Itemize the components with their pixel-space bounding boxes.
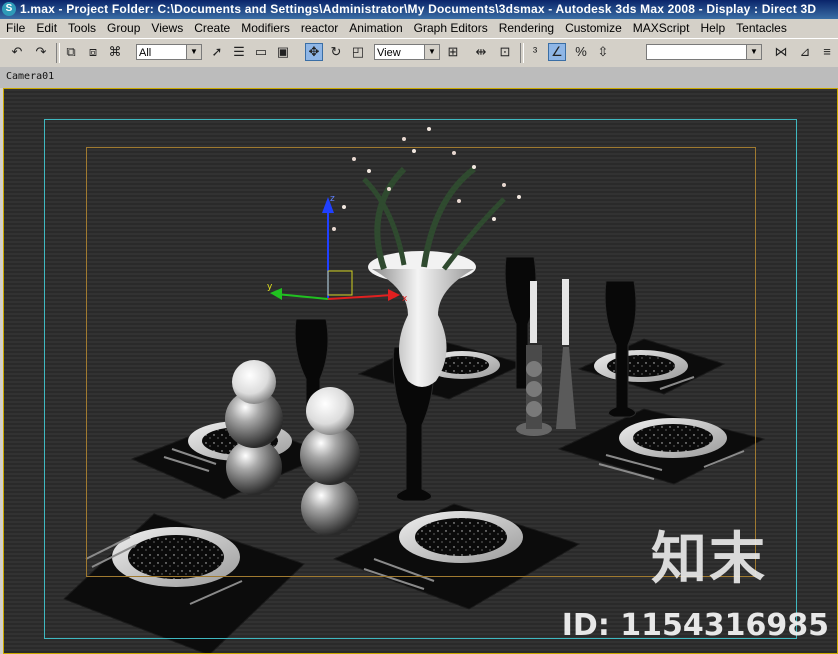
menu-help[interactable]: Help — [694, 19, 730, 37]
percent-snap-icon[interactable]: % — [572, 43, 590, 61]
menu-group[interactable]: Group — [101, 19, 145, 37]
menu-create[interactable]: Create — [188, 19, 235, 37]
select-and-link-icon[interactable]: ⧉ — [62, 43, 80, 61]
window-crossing-icon[interactable]: ▣ — [274, 43, 292, 61]
spinner-snap-icon[interactable]: ⇳ — [594, 43, 612, 61]
select-and-scale-icon[interactable]: ◰ — [349, 43, 367, 61]
menu-reactor[interactable]: reactor — [295, 19, 343, 37]
named-selection-sets-dropdown[interactable]: ▼ — [646, 44, 762, 60]
action-safe-frame-outline — [86, 147, 756, 577]
watermark-id: ID: 1154316985 — [561, 608, 829, 643]
bind-to-space-warp-icon[interactable]: ⌘ — [106, 43, 124, 61]
menu-maxscript[interactable]: MAXScript — [627, 19, 695, 37]
camera-viewport[interactable]: y x z 知末 ID: 1154316985 — [3, 88, 838, 654]
keyboard-shortcut-override-icon[interactable]: ⊡ — [496, 43, 514, 61]
title-bar: S 1.max - Project Folder: C:\Documents a… — [0, 0, 838, 19]
3dsmax-app-icon[interactable]: S — [2, 2, 16, 16]
menu-file[interactable]: File — [0, 19, 30, 37]
toolbar-separator — [520, 43, 524, 63]
menu-bar: File Edit Tools Group Views Create Modifiers re… — [0, 19, 838, 37]
watermark-brand: 知末 — [651, 527, 767, 592]
menu-views[interactable]: Views — [145, 19, 188, 37]
main-toolbar: ↶ ↷ ⧉ ⧈ ⌘ All ▼ ➚ ☰ ▭ ▣ ✥ ↻ ◰ View ▼ ⊞ ⇹… — [0, 38, 838, 68]
select-and-move-icon[interactable]: ✥ — [305, 43, 323, 61]
chevron-down-icon: ▼ — [746, 45, 761, 59]
select-and-manipulate-icon[interactable]: ⇹ — [472, 43, 490, 61]
chevron-down-icon: ▼ — [186, 45, 201, 59]
reference-coordinate-value: View — [377, 47, 401, 59]
window-title: 1.max - Project Folder: C:\Documents and… — [20, 2, 817, 16]
pivot-center-icon[interactable]: ⊞ — [444, 43, 462, 61]
redo-icon[interactable]: ↷ — [32, 43, 50, 61]
chevron-down-icon: ▼ — [424, 45, 439, 59]
toolbar-separator — [56, 43, 60, 63]
menu-edit[interactable]: Edit — [30, 19, 62, 37]
reference-coordinate-dropdown[interactable]: View ▼ — [374, 44, 440, 60]
select-object-icon[interactable]: ➚ — [208, 43, 226, 61]
align-icon[interactable]: ⊿ — [796, 43, 814, 61]
snaps-toggle-icon[interactable]: ³ — [526, 43, 544, 61]
angle-snap-icon[interactable]: ∠ — [548, 43, 566, 61]
unlink-selection-icon[interactable]: ⧈ — [84, 43, 102, 61]
menu-graph-editors[interactable]: Graph Editors — [408, 19, 493, 37]
menu-tools[interactable]: Tools — [62, 19, 101, 37]
viewport-label-bar: Camera01 — [0, 67, 838, 88]
selection-filter-value: All — [139, 47, 152, 59]
menu-customize[interactable]: Customize — [559, 19, 627, 37]
menu-modifiers[interactable]: Modifiers — [235, 19, 295, 37]
menu-rendering[interactable]: Rendering — [493, 19, 559, 37]
select-and-rotate-icon[interactable]: ↻ — [327, 43, 345, 61]
menu-tentacles[interactable]: Tentacles — [730, 19, 792, 37]
viewport-label[interactable]: Camera01 — [6, 71, 54, 82]
menu-animation[interactable]: Animation — [343, 19, 407, 37]
mirror-icon[interactable]: ⋈ — [772, 43, 790, 61]
rectangular-selection-icon[interactable]: ▭ — [252, 43, 270, 61]
undo-icon[interactable]: ↶ — [8, 43, 26, 61]
select-by-name-icon[interactable]: ☰ — [230, 43, 248, 61]
layer-manager-icon[interactable]: ≡ — [818, 43, 836, 61]
selection-filter-dropdown[interactable]: All ▼ — [136, 44, 202, 60]
